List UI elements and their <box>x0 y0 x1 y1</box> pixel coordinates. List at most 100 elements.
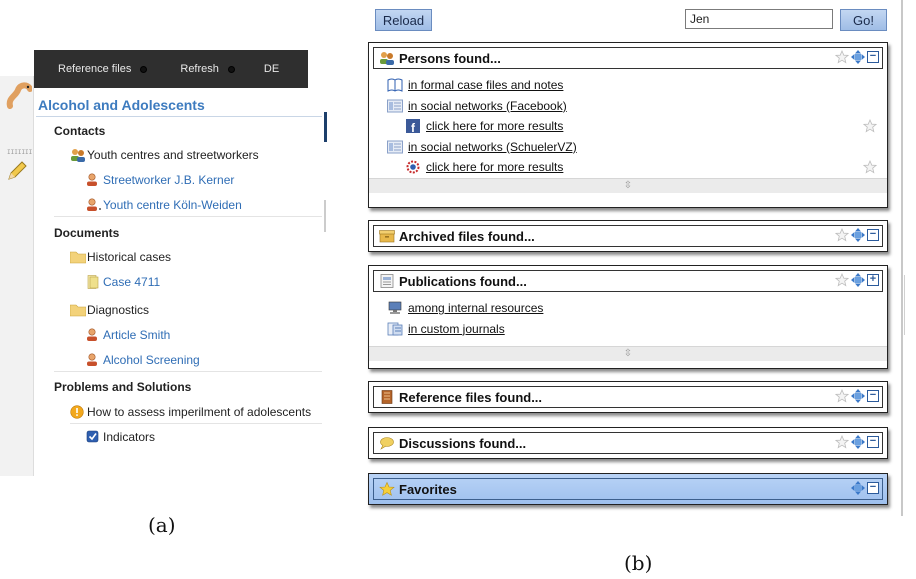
favorite-star-icon[interactable] <box>863 160 877 174</box>
archived-box: Archived files found... − <box>368 220 888 252</box>
schuelervz-network-link[interactable]: in social networks (SchuelerVZ) <box>408 140 577 154</box>
facebook-icon: f <box>406 119 420 134</box>
favorite-star-icon[interactable] <box>835 50 849 64</box>
box-title: Discussions found... <box>399 435 527 451</box>
tree-group-historical-cases[interactable]: Historical cases <box>70 250 171 264</box>
custom-journals-link[interactable]: in custom journals <box>408 322 505 336</box>
collapse-button[interactable]: − <box>867 436 879 448</box>
persons-box-header[interactable]: Persons found... − <box>369 43 887 73</box>
network-list-icon <box>387 99 403 113</box>
person-icon <box>87 353 97 366</box>
expand-button[interactable]: + <box>867 274 879 286</box>
publications-box: Publications found... + among internal r… <box>368 265 888 369</box>
tree-leaf-streetworker[interactable]: Streetworker J.B. Kerner <box>86 173 234 187</box>
search-input[interactable] <box>685 9 833 29</box>
box-controls: − <box>851 481 879 495</box>
section-documents-header: Documents <box>54 226 120 240</box>
tree-group-diagnostics[interactable]: Diagnostics <box>70 303 149 317</box>
facebook-network-link[interactable]: in social networks (Facebook) <box>408 99 567 113</box>
publication-icon <box>380 274 394 288</box>
favorites-box-header[interactable]: Favorites − <box>369 474 887 504</box>
move-arrows-icon[interactable] <box>851 389 865 403</box>
worm-mascot-icon[interactable] <box>6 80 32 110</box>
favorite-star-icon[interactable] <box>835 389 849 403</box>
tree-group-youth-centres[interactable]: Youth centres and streetworkers <box>70 148 259 162</box>
topic-title: Alcohol and Adolescents <box>38 97 205 113</box>
schuelervz-more-results-link[interactable]: click here for more results <box>426 160 563 174</box>
resize-grip-icon[interactable]: ⇳ <box>369 346 887 361</box>
reference-files-tab[interactable]: Reference files <box>58 63 147 75</box>
move-arrows-icon[interactable] <box>851 273 865 287</box>
refresh-tab[interactable]: Refresh <box>180 63 234 75</box>
formal-case-files-link[interactable]: in formal case files and notes <box>408 78 563 92</box>
tree-leaf-article-smith[interactable]: Article Smith <box>86 328 170 342</box>
caption-b: (b) <box>624 551 653 575</box>
box-controls: + <box>835 273 879 287</box>
reload-button[interactable]: Reload <box>375 9 432 31</box>
box-title: Reference files found... <box>399 389 543 405</box>
move-arrows-icon[interactable] <box>851 50 865 64</box>
favorite-star-icon[interactable] <box>835 228 849 242</box>
move-arrows-icon[interactable] <box>851 228 865 242</box>
checkbox-icon <box>86 430 99 443</box>
publications-box-header[interactable]: Publications found... + <box>369 266 887 296</box>
persons-icon <box>380 52 394 65</box>
box-controls: − <box>835 228 879 242</box>
persons-box: Persons found... − in formal case files … <box>368 42 888 208</box>
tree-leaf-alcohol-screening[interactable]: Alcohol Screening <box>86 353 200 367</box>
favorite-star-icon[interactable] <box>835 273 849 287</box>
tree-leaf-label: Youth centre Köln-Weiden <box>103 198 242 212</box>
move-arrows-icon[interactable] <box>851 481 865 495</box>
list-item[interactable]: in social networks (Facebook) <box>387 96 879 117</box>
tree-leaf-case-4711[interactable]: Case 4711 <box>86 275 160 289</box>
refresh-label: Refresh <box>180 63 219 75</box>
tree-leaf-label: Streetworker J.B. Kerner <box>103 173 235 187</box>
star-icon <box>379 482 395 496</box>
move-arrows-icon[interactable] <box>851 435 865 449</box>
panel-a-knowledge-tree: IIIIIII Reference files Refresh DE Alcoh… <box>0 40 330 476</box>
schuelervz-icon <box>406 160 420 174</box>
warning-icon <box>70 405 84 419</box>
pencil-icon[interactable] <box>6 160 28 182</box>
lines-icon: IIIIIII <box>7 149 33 156</box>
box-title: Archived files found... <box>399 228 535 244</box>
separator-dot-icon <box>141 66 147 72</box>
tree-group-assess-imperilment[interactable]: How to assess imperilment of adolescents <box>70 405 311 419</box>
box-title: Publications found... <box>399 273 527 289</box>
favorite-star-icon[interactable] <box>835 435 849 449</box>
list-item[interactable]: among internal resources <box>387 298 879 319</box>
favorite-star-icon[interactable] <box>863 119 877 133</box>
tree-leaf-label: Indicators <box>103 430 156 444</box>
discussions-box-header[interactable]: Discussions found... − <box>369 428 887 458</box>
facebook-more-results-link[interactable]: click here for more results <box>426 119 563 133</box>
person-icon <box>87 198 101 211</box>
list-item[interactable]: click here for more results <box>387 157 879 178</box>
tree-leaf-youth-centre[interactable]: Youth centre Köln-Weiden <box>86 198 242 212</box>
box-title: Persons found... <box>399 50 501 66</box>
archived-box-header[interactable]: Archived files found... − <box>369 221 887 251</box>
list-item[interactable]: in custom journals <box>387 319 879 340</box>
collapse-button[interactable]: − <box>867 482 879 494</box>
go-button[interactable]: Go! <box>840 9 887 31</box>
list-item[interactable]: f click here for more results <box>387 116 879 137</box>
panel-a-topbar: Reference files Refresh DE <box>34 50 308 88</box>
collapse-button[interactable]: − <box>867 51 879 63</box>
section-problems-header: Problems and Solutions <box>54 380 192 394</box>
list-item[interactable]: in social networks (SchuelerVZ) <box>387 137 879 158</box>
tree-group-label: Youth centres and streetworkers <box>87 148 259 162</box>
language-de-tab[interactable]: DE <box>264 63 279 75</box>
collapse-button[interactable]: − <box>867 229 879 241</box>
left-tool-strip: IIIIIII <box>0 76 34 476</box>
scroll-indicator <box>324 112 327 142</box>
reference-files-box-header[interactable]: Reference files found... − <box>369 382 887 412</box>
internal-resources-link[interactable]: among internal resources <box>408 301 543 315</box>
tree-leaf-indicators[interactable]: Indicators <box>86 430 155 444</box>
resize-grip-icon[interactable]: ⇳ <box>369 177 887 193</box>
collapse-button[interactable]: − <box>867 390 879 402</box>
caption-a: (a) <box>148 513 176 537</box>
list-item[interactable]: in formal case files and notes <box>387 75 879 96</box>
scrollbar[interactable] <box>904 275 916 335</box>
discussion-icon <box>380 437 394 450</box>
panel-divider <box>901 0 903 516</box>
person-icon <box>87 173 97 186</box>
